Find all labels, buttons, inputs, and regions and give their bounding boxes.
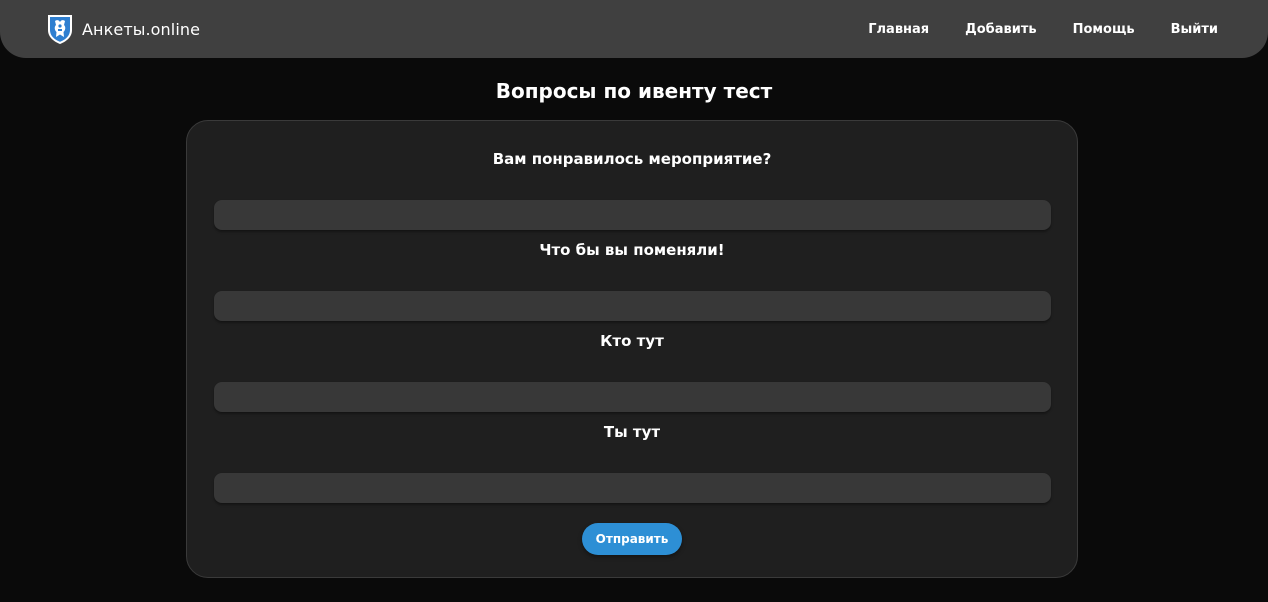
survey-form: Вам понравилось мероприятие? Что бы вы п… xyxy=(186,120,1078,578)
question-block: Вам понравилось мероприятие? xyxy=(214,147,1051,230)
nav-link-help[interactable]: Помощь xyxy=(1073,22,1135,37)
answer-input-2[interactable] xyxy=(214,291,1051,321)
nav-link-add[interactable]: Добавить xyxy=(965,22,1036,37)
question-block: Кто тут xyxy=(214,329,1051,412)
question-label: Кто тут xyxy=(600,332,664,350)
page-title: Вопросы по ивенту тест xyxy=(495,79,773,103)
shield-crest-icon xyxy=(48,15,72,44)
question-label: Вам понравилось мероприятие? xyxy=(492,150,772,168)
brand-name: Анкеты.online xyxy=(82,19,201,39)
answer-input-4[interactable] xyxy=(214,473,1051,503)
nav-link-home[interactable]: Главная xyxy=(868,22,929,37)
question-label: Что бы вы поменяли! xyxy=(539,241,725,259)
top-navbar: Анкеты.online Главная Добавить Помощь Вы… xyxy=(0,0,1268,58)
question-label: Ты тут xyxy=(603,423,661,441)
nav-link-logout[interactable]: Выйти xyxy=(1171,22,1218,37)
answer-input-1[interactable] xyxy=(214,200,1051,230)
question-block: Что бы вы поменяли! xyxy=(214,238,1051,321)
brand-home-link[interactable]: Анкеты.online xyxy=(46,13,200,45)
answer-input-3[interactable] xyxy=(214,382,1051,412)
question-block: Ты тут xyxy=(214,420,1051,503)
submit-container: Отправить xyxy=(214,523,1050,555)
submit-button[interactable]: Отправить xyxy=(582,523,682,555)
main-navigation: Главная Добавить Помощь Выйти xyxy=(868,22,1218,37)
